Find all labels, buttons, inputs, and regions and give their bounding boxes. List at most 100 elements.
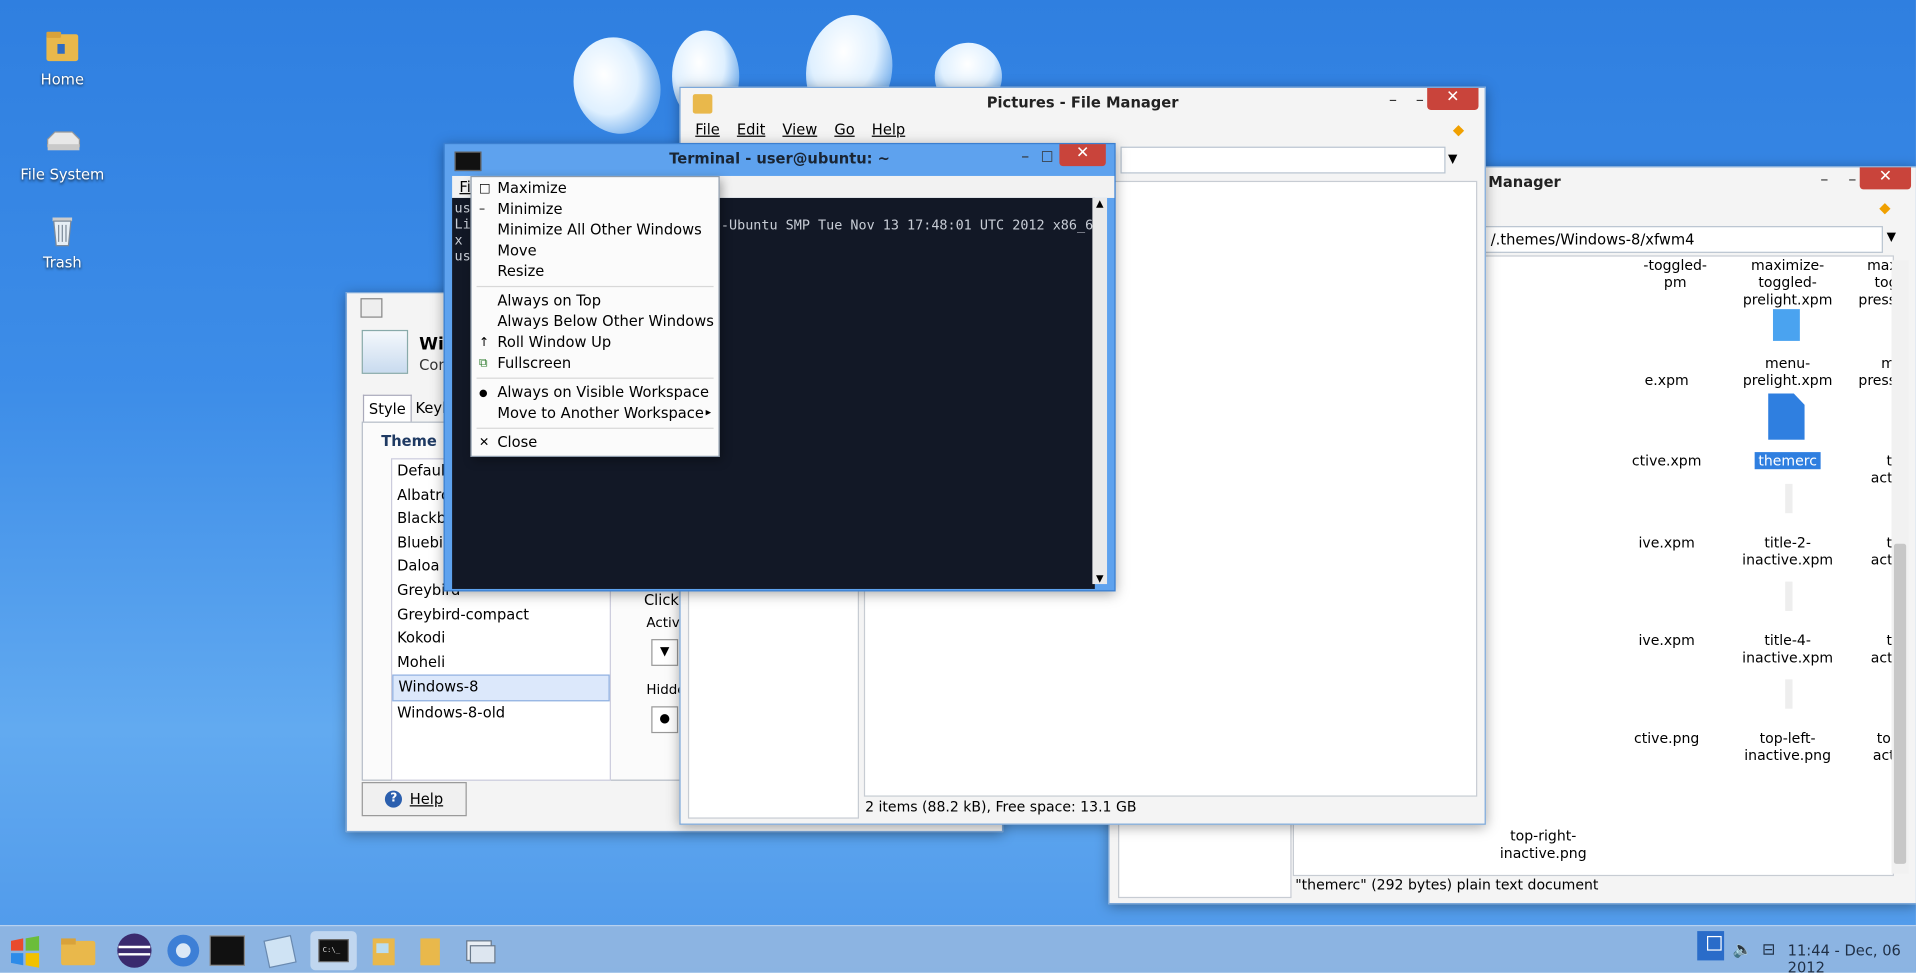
menu-go[interactable]: Go — [834, 121, 854, 138]
menu-item-close[interactable]: ✕ Close — [472, 433, 719, 454]
file-item[interactable]: title-1-active.xpm — [1849, 452, 1893, 486]
chevron-down-icon[interactable]: ▼ — [1887, 231, 1896, 244]
dropdown-button[interactable]: ▼ — [651, 639, 679, 666]
taskbar-file-manager-2[interactable] — [411, 931, 450, 970]
close-button[interactable]: ✕ — [1427, 87, 1479, 110]
theme-item[interactable]: Moheli — [392, 651, 609, 675]
menu-separator — [476, 377, 714, 379]
menu-item-resize[interactable]: Resize — [472, 261, 719, 282]
menu-item-always-on-top[interactable]: Always on Top — [472, 291, 719, 312]
file-manager-launcher[interactable] — [59, 931, 98, 970]
theme-item[interactable]: Windows-8-old — [392, 701, 609, 725]
taskbar-file-manager[interactable] — [364, 931, 403, 970]
file-item-selected[interactable]: themerc — [1727, 452, 1849, 470]
file-icon — [1785, 679, 1793, 709]
fullscreen-icon: ⧉ — [478, 356, 488, 371]
theme-item[interactable]: Kokodi — [392, 627, 609, 651]
scroll-up-icon[interactable]: ▲ — [1092, 198, 1107, 209]
menu-edit[interactable]: Edit — [737, 121, 765, 138]
window-context-menu[interactable]: □ Maximize – Minimize Minimize All Other W… — [470, 175, 720, 457]
scrollbar[interactable] — [1891, 260, 1909, 874]
theme-item[interactable]: Greybird-compact — [392, 603, 609, 627]
terminal-launcher[interactable] — [208, 931, 247, 970]
drive-icon — [43, 122, 82, 161]
menu-help[interactable]: Help — [872, 121, 905, 138]
file-item[interactable]: maximize-toggled-pressed.xpm — [1849, 257, 1892, 308]
help-button-label: Help — [409, 790, 444, 808]
menu-bar: File Edit View Go Help — [681, 117, 1485, 141]
file-item[interactable]: top-right-inactive.png — [1482, 827, 1604, 861]
radio-dot-icon: ● — [478, 387, 488, 399]
file-item[interactable]: title-5-active.xpm — [1849, 632, 1893, 666]
file-item[interactable]: top-left-inactive.png — [1727, 729, 1849, 763]
network-icon[interactable]: ⊟ — [1762, 941, 1775, 959]
clock[interactable]: 11:44 - Dec, 06 2012 — [1788, 942, 1916, 973]
file-item[interactable]: title-2- inactive.xpm — [1727, 534, 1849, 568]
taskbar-settings[interactable] — [459, 931, 498, 970]
browser-launcher[interactable] — [164, 931, 203, 970]
menu-file[interactable]: Fi — [459, 178, 470, 195]
menu-view[interactable]: View — [782, 121, 817, 138]
help-icon: ? — [385, 790, 403, 808]
chevron-down-icon[interactable]: ▼ — [1448, 153, 1457, 166]
radio-button[interactable]: ● — [651, 706, 679, 734]
svg-text:C:\_: C:\_ — [323, 945, 341, 954]
desktop-icon-trash[interactable]: Trash — [7, 210, 117, 271]
document-icon — [1768, 393, 1805, 440]
close-button[interactable]: ✕ — [1059, 144, 1106, 167]
menu-item-minimize[interactable]: – Minimize — [472, 199, 719, 220]
help-button[interactable]: ? Help — [361, 782, 467, 817]
file-item[interactable]: title-4- inactive.xpm — [1727, 632, 1849, 666]
menu-item-fullscreen[interactable]: ⧉ Fullscreen — [472, 353, 719, 374]
maximize-button[interactable]: □ — [1031, 147, 1063, 169]
start-button[interactable] — [5, 931, 44, 970]
menu-separator — [476, 427, 714, 429]
menu-item-always-below[interactable]: Always Below Other Windows — [472, 312, 719, 333]
submenu-arrow-icon: ▸ — [705, 406, 712, 420]
file-item[interactable]: ctive.xpm — [1606, 452, 1728, 469]
home-folder-icon — [43, 27, 82, 66]
desktop-icon-label: Home — [40, 70, 84, 88]
file-item[interactable]: menu-pressed.xpm — [1849, 354, 1892, 388]
scrollbar[interactable]: ▲ ▼ — [1092, 197, 1108, 584]
workspace-switcher[interactable] — [1697, 931, 1725, 961]
editor-launcher[interactable] — [259, 931, 298, 970]
folder-icon — [420, 938, 440, 966]
tab-style[interactable]: Style — [362, 394, 412, 423]
text-editor-icon — [263, 934, 297, 969]
taskbar-terminal-active[interactable]: C:\_ — [310, 931, 357, 971]
file-item[interactable]: -toggled-pm — [1614, 257, 1736, 291]
file-item[interactable]: title-3-active.xpm — [1849, 534, 1893, 568]
scroll-down-icon[interactable]: ▼ — [1092, 573, 1107, 584]
minimize-button[interactable]: – — [1808, 171, 1840, 193]
menu-item-move[interactable]: Move — [472, 241, 719, 262]
close-button[interactable]: ✕ — [1859, 167, 1912, 190]
terminal-icon: C:\_ — [318, 939, 349, 963]
path-bar[interactable] — [1120, 146, 1446, 174]
menu-item-maximize[interactable]: □ Maximize — [472, 178, 719, 199]
file-item[interactable]: ive.xpm — [1606, 534, 1728, 551]
taskbar: C:\_ 🔈 ⊟ 11:44 - Dec, 06 2012 — [0, 924, 1916, 973]
file-item[interactable]: ctive.png — [1606, 729, 1728, 746]
menu-file[interactable]: File — [695, 121, 720, 138]
desktop-icon-home[interactable]: Home — [7, 27, 117, 88]
file-item[interactable]: ive.xpm — [1606, 632, 1728, 649]
file-item[interactable]: menu-prelight.xpm — [1727, 354, 1849, 388]
theme-item-selected[interactable]: Windows-8 — [392, 674, 610, 702]
file-item[interactable]: e.xpm — [1606, 371, 1728, 388]
file-item[interactable]: top-right-active.png — [1849, 729, 1893, 763]
menu-item-move-to-workspace[interactable]: Move to Another Workspace ▸ — [472, 403, 719, 424]
desktop-icon-file-system[interactable]: File System — [7, 122, 117, 183]
close-icon: ✕ — [478, 436, 490, 450]
file-item[interactable]: maximize-toggled-prelight.xpm — [1727, 257, 1849, 308]
menu-item-minimize-all-other[interactable]: Minimize All Other Windows — [472, 220, 719, 241]
path-bar[interactable]: /.themes/Windows-8/xfwm4 — [1484, 226, 1883, 253]
window-app-icon — [360, 298, 383, 318]
volume-icon[interactable]: 🔈 — [1733, 941, 1753, 959]
scrollbar-thumb[interactable] — [1893, 543, 1907, 864]
desktop-icon-label: Trash — [42, 254, 82, 272]
menu-item-always-on-visible-workspace[interactable]: ● Always on Visible Workspace — [472, 382, 719, 403]
menu-item-roll-window-up[interactable]: ↑ Roll Window Up — [472, 332, 719, 353]
desktop-icon-label: File System — [20, 166, 105, 184]
eclipse-launcher[interactable] — [115, 931, 154, 970]
